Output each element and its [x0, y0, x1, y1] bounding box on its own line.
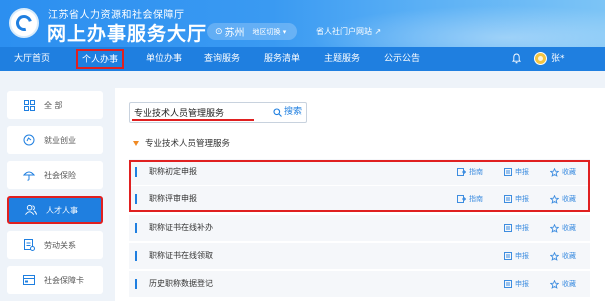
city-name: 苏州: [224, 28, 245, 39]
header-banner: 江苏省人力资源和社会保障厅 网上办事服务大厅 ⊙ 苏州 地区切换 ▾ 省人社门户…: [0, 0, 605, 47]
star-icon: [550, 194, 559, 204]
favorite-button[interactable]: 收藏: [550, 215, 576, 241]
guide-button[interactable]: 指南: [457, 186, 483, 212]
sidebar-item-labor-relations[interactable]: 劳动关系: [7, 231, 103, 259]
favorite-button[interactable]: 收藏: [550, 186, 576, 212]
sidebar-item-all[interactable]: 全 部: [7, 91, 103, 119]
expand-arrow-icon: [133, 140, 139, 146]
sidebar-item-label: 人才人事: [46, 205, 78, 215]
nav-announcements[interactable]: 公示公告: [384, 47, 420, 71]
sidebar-item-label: 社会保险: [44, 170, 76, 180]
form-icon: [504, 195, 512, 203]
banner-decoration: [275, 0, 605, 47]
favorite-button[interactable]: 收藏: [550, 243, 576, 269]
bell-icon[interactable]: [512, 53, 521, 64]
service-row-certificate-receive[interactable]: 职称证书在线领取 申报 收藏: [129, 243, 590, 269]
search-highlight-underline: [132, 119, 254, 121]
avatar[interactable]: [534, 52, 547, 65]
guide-button[interactable]: 指南: [457, 159, 483, 185]
portal-link[interactable]: 省人社门户网站 ↗: [316, 26, 381, 37]
card-icon: [23, 274, 35, 286]
sidebar-item-social-security-card[interactable]: 社会保障卡: [7, 266, 103, 294]
briefcase-icon: [23, 134, 35, 146]
service-row-title-initial[interactable]: 职称初定申报 指南 申报 收藏: [129, 159, 590, 185]
row-marker: [135, 194, 137, 204]
guide-icon: [457, 195, 466, 203]
sidebar-item-label: 全 部: [44, 100, 63, 110]
service-row-title-review[interactable]: 职称评审申报 指南 申报 收藏: [129, 186, 590, 212]
form-icon: [504, 252, 512, 260]
row-marker: [135, 251, 137, 261]
service-name[interactable]: 职称证书在线领取: [149, 243, 213, 269]
row-marker: [135, 223, 137, 233]
apply-button[interactable]: 申报: [504, 159, 529, 185]
document-icon: [23, 239, 35, 251]
sidebar-item-talent[interactable]: 人才人事: [7, 196, 103, 224]
star-icon: [550, 279, 559, 289]
nav-personal-services[interactable]: 个人办事: [76, 49, 125, 69]
search-icon: [273, 108, 282, 117]
form-icon: [504, 280, 512, 288]
star-icon: [550, 167, 559, 177]
nav-theme-services[interactable]: 主题服务: [324, 47, 360, 71]
favorite-button[interactable]: 收藏: [550, 159, 576, 185]
sidebar-item-label: 社会保障卡: [44, 275, 84, 285]
apply-button[interactable]: 申报: [504, 215, 529, 241]
row-marker: [135, 279, 137, 289]
people-icon: [25, 204, 37, 216]
category-title: 专业技术人员管理服务: [145, 139, 231, 149]
service-name[interactable]: 职称证书在线补办: [149, 215, 213, 241]
sidebar-item-employment[interactable]: 就业创业: [7, 126, 103, 154]
form-icon: [504, 168, 512, 176]
service-name[interactable]: 职称初定申报: [149, 159, 197, 185]
service-row-certificate-reissue[interactable]: 职称证书在线补办 申报 收藏: [129, 215, 590, 241]
nav-query-services[interactable]: 查询服务: [204, 47, 240, 71]
sidebar-item-social-insurance[interactable]: 社会保险: [7, 161, 103, 189]
sidebar-item-label: 劳动关系: [44, 240, 76, 250]
city-selector[interactable]: ⊙ 苏州 地区切换 ▾: [207, 23, 297, 40]
apply-button[interactable]: 申报: [504, 186, 529, 212]
umbrella-icon: [23, 169, 35, 181]
apply-button[interactable]: 申报: [504, 271, 529, 297]
guide-icon: [457, 168, 466, 176]
favorite-button[interactable]: 收藏: [550, 271, 576, 297]
search-button[interactable]: 搜索: [273, 103, 302, 122]
user-name[interactable]: 张*: [551, 47, 565, 71]
star-icon: [550, 223, 559, 233]
logo-icon[interactable]: [9, 8, 39, 38]
site-title[interactable]: 网上办事服务大厅: [47, 19, 207, 46]
nav-unit-services[interactable]: 单位办事: [146, 47, 182, 71]
search-box: 搜索: [129, 102, 307, 123]
grid-icon: [23, 99, 35, 111]
star-icon: [550, 251, 559, 261]
service-name[interactable]: 历史职称数据登记: [149, 271, 213, 297]
services-panel: 搜索 专业技术人员管理服务 职称初定申报 指南 申报 收藏 职称评审申报 指南: [115, 88, 605, 301]
nav-home[interactable]: 大厅首页: [14, 47, 50, 71]
form-icon: [504, 224, 512, 232]
region-switch-link[interactable]: 地区切换 ▾: [253, 27, 287, 37]
location-pin-icon: ⊙: [215, 26, 223, 37]
row-marker: [135, 167, 137, 177]
apply-button[interactable]: 申报: [504, 243, 529, 269]
category-header[interactable]: 专业技术人员管理服务: [133, 137, 230, 149]
service-name[interactable]: 职称评审申报: [149, 186, 197, 212]
nav-service-list[interactable]: 服务清单: [264, 47, 300, 71]
main-nav: 大厅首页 个人办事 单位办事 查询服务 服务清单 主题服务 公示公告 张*: [0, 47, 605, 71]
search-input[interactable]: [134, 105, 258, 120]
sidebar-item-label: 就业创业: [44, 135, 76, 145]
service-row-history-registration[interactable]: 历史职称数据登记 申报 收藏: [129, 271, 590, 297]
